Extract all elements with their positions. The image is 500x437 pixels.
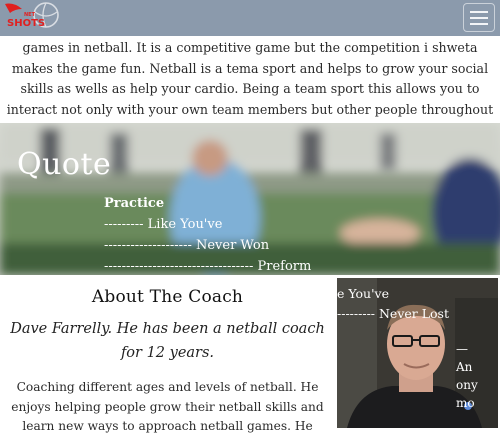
photo-quote-overlay: e You've --------- Never Lost bbox=[337, 284, 449, 324]
overlay-line: --------- Never Lost bbox=[337, 306, 449, 321]
overlay-line: ony bbox=[456, 378, 478, 392]
photo-side-text: — An ony mo bbox=[456, 340, 492, 412]
overlay-line: An bbox=[456, 360, 473, 374]
about-heading: About The Coach bbox=[91, 287, 244, 307]
coach-description: Coaching different ages and levels of ne… bbox=[11, 380, 324, 433]
netball-logo-icon: SHOTS NET bbox=[5, 2, 59, 29]
svg-text:SHOTS: SHOTS bbox=[7, 18, 45, 29]
quote-line: ---------------------------------- Prefo… bbox=[104, 259, 312, 274]
hamburger-bar bbox=[470, 10, 488, 13]
overlay-line: mo bbox=[456, 396, 475, 410]
coach-intro: Dave Farrelly. He has been a netball coa… bbox=[10, 321, 325, 361]
hamburger-bar bbox=[470, 22, 488, 25]
net-shots-logo[interactable]: SHOTS NET bbox=[2, 0, 62, 36]
quote-line: --------- Like You've bbox=[104, 217, 223, 232]
quote-line: Practice bbox=[104, 196, 165, 211]
site-header: SHOTS NET bbox=[0, 0, 500, 36]
coach-photo: e You've --------- Never Lost — An ony mo bbox=[337, 278, 498, 428]
overlay-line: — bbox=[456, 342, 468, 356]
menu-toggle-button[interactable] bbox=[463, 3, 495, 32]
hamburger-bar bbox=[470, 16, 488, 19]
quote-title: Quote bbox=[17, 147, 112, 182]
about-coach-section: About The Coach Dave Farrelly. He has be… bbox=[0, 287, 335, 437]
quote-line: -------------------- Never Won bbox=[104, 238, 270, 253]
svg-text:NET: NET bbox=[24, 12, 36, 18]
quote-banner: Quote Practice --------- Like You've -----… bbox=[0, 123, 500, 275]
overlay-line: e You've bbox=[337, 286, 390, 301]
quote-text: Practice --------- Like You've -----------… bbox=[104, 193, 311, 275]
